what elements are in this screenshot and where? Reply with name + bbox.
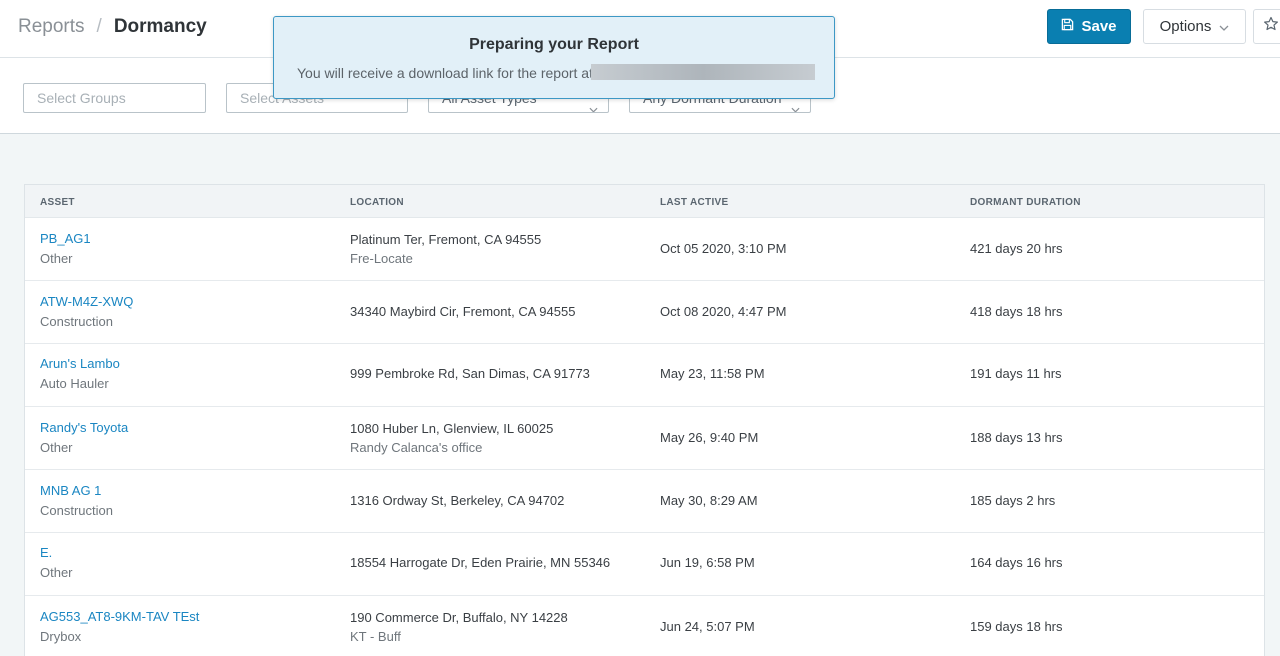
location-name: Randy Calanca's office bbox=[350, 440, 483, 455]
dormant-duration: 164 days 16 hrs bbox=[970, 555, 1063, 570]
breadcrumb-separator: / bbox=[96, 16, 102, 37]
asset-name-link[interactable]: E. bbox=[40, 545, 52, 560]
location-name: KT - Buff bbox=[350, 629, 401, 644]
asset-name-link[interactable]: AG553_AT8-9KM-TAV TEst bbox=[40, 609, 199, 624]
location-address: 34340 Maybird Cir, Fremont, CA 94555 bbox=[350, 304, 576, 319]
table-row[interactable]: E. Other 18554 Harrogate Dr, Eden Prairi… bbox=[25, 533, 1264, 596]
last-active: Jun 24, 5:07 PM bbox=[660, 619, 755, 634]
asset-name-link[interactable]: Randy's Toyota bbox=[40, 420, 128, 435]
table-row[interactable]: MNB AG 1 Construction 1316 Ordway St, Be… bbox=[25, 470, 1264, 533]
table-row[interactable]: Arun's Lambo Auto Hauler 999 Pembroke Rd… bbox=[25, 344, 1264, 407]
toast-message: You will receive a download link for the… bbox=[297, 65, 593, 81]
groups-filter-placeholder: Select Groups bbox=[37, 90, 126, 106]
column-header-asset[interactable]: ASSET bbox=[40, 197, 75, 208]
last-active: May 30, 8:29 AM bbox=[660, 493, 758, 508]
location-address: 999 Pembroke Rd, San Dimas, CA 91773 bbox=[350, 366, 590, 381]
location-address: 1316 Ordway St, Berkeley, CA 94702 bbox=[350, 493, 565, 508]
save-label: Save bbox=[1081, 18, 1117, 35]
asset-type: Other bbox=[40, 440, 73, 455]
asset-name-link[interactable]: Arun's Lambo bbox=[40, 356, 120, 371]
table-header: ASSET LOCATION LAST ACTIVE DORMANT DURAT… bbox=[25, 185, 1264, 218]
breadcrumb-reports-link[interactable]: Reports bbox=[18, 16, 85, 38]
dormant-duration: 418 days 18 hrs bbox=[970, 304, 1063, 319]
dormant-duration: 185 days 2 hrs bbox=[970, 493, 1056, 508]
location-name: Fre-Locate bbox=[350, 251, 413, 266]
dormant-duration: 188 days 13 hrs bbox=[970, 430, 1063, 445]
location-address: 190 Commerce Dr, Buffalo, NY 14228 bbox=[350, 610, 568, 625]
asset-type: Auto Hauler bbox=[40, 376, 109, 391]
page-title: Dormancy bbox=[113, 16, 207, 37]
location-address: Platinum Ter, Fremont, CA 94555 bbox=[350, 232, 542, 247]
report-toast: Preparing your Report You will receive a… bbox=[273, 16, 835, 99]
asset-name-link[interactable]: PB_AG1 bbox=[40, 231, 91, 246]
dormant-duration: 191 days 11 hrs bbox=[970, 366, 1062, 381]
column-header-last-active[interactable]: LAST ACTIVE bbox=[660, 197, 729, 208]
last-active: May 23, 11:58 PM bbox=[660, 366, 765, 381]
table-row[interactable]: AG553_AT8-9KM-TAV TEst Drybox 190 Commer… bbox=[25, 596, 1264, 656]
asset-type: Other bbox=[40, 251, 73, 266]
chevron-down-icon bbox=[1219, 18, 1229, 35]
groups-filter-input[interactable]: Select Groups bbox=[23, 83, 206, 113]
column-header-location[interactable]: LOCATION bbox=[350, 197, 404, 208]
toast-title: Preparing your Report bbox=[469, 36, 639, 53]
asset-name-link[interactable]: ATW-M4Z-XWQ bbox=[40, 294, 133, 309]
options-label: Options bbox=[1159, 18, 1212, 35]
star-icon bbox=[1263, 16, 1279, 37]
table-row[interactable]: PB_AG1 Other Platinum Ter, Fremont, CA 9… bbox=[25, 218, 1264, 281]
asset-type: Construction bbox=[40, 314, 113, 329]
redacted-email bbox=[591, 64, 815, 80]
floppy-disk-icon bbox=[1061, 18, 1074, 35]
last-active: Oct 08 2020, 4:47 PM bbox=[660, 304, 787, 319]
dormant-duration: 159 days 18 hrs bbox=[970, 619, 1063, 634]
location-address: 1080 Huber Ln, Glenview, IL 60025 bbox=[350, 421, 554, 436]
asset-name-link[interactable]: MNB AG 1 bbox=[40, 483, 101, 498]
last-active: May 26, 9:40 PM bbox=[660, 430, 759, 445]
dormant-duration: 421 days 20 hrs bbox=[970, 241, 1063, 256]
table-row[interactable]: ATW-M4Z-XWQ Construction 34340 Maybird C… bbox=[25, 281, 1264, 344]
breadcrumb: Reports / Dormancy bbox=[18, 16, 207, 38]
column-header-dormant-duration[interactable]: DORMANT DURATION bbox=[970, 197, 1081, 208]
dormancy-table: ASSET LOCATION LAST ACTIVE DORMANT DURAT… bbox=[24, 184, 1265, 656]
last-active: Jun 19, 6:58 PM bbox=[660, 555, 755, 570]
location-address: 18554 Harrogate Dr, Eden Prairie, MN 553… bbox=[350, 555, 611, 570]
favorite-button[interactable] bbox=[1253, 9, 1280, 44]
last-active: Oct 05 2020, 3:10 PM bbox=[660, 241, 787, 256]
asset-type: Drybox bbox=[40, 629, 82, 644]
asset-type: Other bbox=[40, 565, 73, 580]
asset-type: Construction bbox=[40, 503, 113, 518]
save-button[interactable]: Save bbox=[1047, 9, 1131, 44]
options-button[interactable]: Options bbox=[1143, 9, 1246, 44]
table-row[interactable]: Randy's Toyota Other 1080 Huber Ln, Glen… bbox=[25, 407, 1264, 470]
